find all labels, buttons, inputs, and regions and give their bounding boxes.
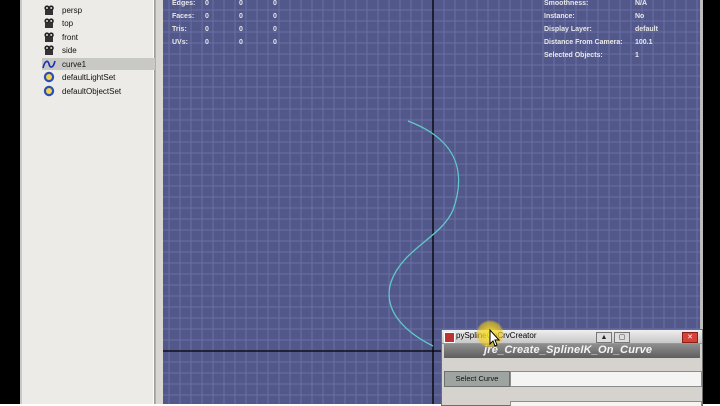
pointer-icon (489, 328, 501, 347)
camera-icon (42, 44, 56, 56)
outliner-edge (20, 0, 22, 404)
outliner-item-top[interactable]: top (42, 17, 172, 29)
hud-value: 0 (205, 26, 209, 33)
hud-value: 0 (239, 0, 243, 7)
selected-curve-field[interactable] (510, 371, 702, 387)
hud-distance-value: 100.1 (635, 39, 653, 46)
right-black-margin (700, 0, 720, 404)
outliner-item-defaultlightset[interactable]: defaultLightSet (42, 71, 172, 83)
hud-uvs-label: UVs: (172, 39, 188, 46)
outliner-item-side[interactable]: side (42, 44, 172, 56)
camera-icon (42, 17, 56, 29)
outliner-item-curve1[interactable]: curve1 (42, 58, 172, 70)
hud-selected-objects-value: 1 (635, 52, 639, 59)
outliner-panel: persp top front side curve1 defaultLight… (20, 0, 172, 404)
banner-text: jre_Create_SplineIK_On_Curve (484, 344, 653, 356)
hud-value: 0 (239, 26, 243, 33)
camera-icon (42, 31, 56, 43)
hud-instance-label: Instance: (544, 13, 575, 20)
minimize-button[interactable]: ▲ (596, 332, 612, 343)
hud-value: 0 (273, 26, 277, 33)
outliner-item-label: side (62, 45, 77, 55)
outliner-item-label: defaultLightSet (62, 72, 116, 82)
hud-faces-label: Faces: (172, 13, 195, 20)
left-black-margin (0, 0, 20, 404)
hud-value: 0 (273, 0, 277, 7)
mouse-cursor-highlight (476, 320, 504, 348)
hud-smoothness-label: Smoothness: (544, 0, 589, 7)
hud-value: 0 (239, 13, 243, 20)
close-button[interactable]: ✕ (682, 332, 698, 343)
outliner-item-front[interactable]: front (42, 31, 172, 43)
maximize-button[interactable]: ▢ (614, 332, 630, 343)
select-curve-button[interactable]: Select Curve (444, 371, 510, 387)
set-icon (42, 71, 56, 83)
hud-value: 0 (205, 13, 209, 20)
outliner-item-label: curve1 (62, 59, 87, 69)
hud-distance-label: Distance From Camera: (544, 39, 623, 46)
hud-tris-label: Tris: (172, 26, 187, 33)
app-icon (444, 332, 455, 343)
hud-value: 0 (239, 39, 243, 46)
camera-icon (42, 4, 56, 16)
hud-display-layer-label: Display Layer: (544, 26, 592, 33)
hud-value: 0 (205, 0, 209, 7)
hud-selected-objects-label: Selected Objects: (544, 52, 603, 59)
hud-value: 0 (273, 39, 277, 46)
set-icon (42, 85, 56, 97)
hud-instance-value: No (635, 13, 645, 20)
outliner-item-persp[interactable]: persp (42, 4, 172, 16)
outliner-item-label: defaultObjectSet (62, 86, 122, 96)
outliner-item-label: persp (62, 5, 83, 15)
outliner-item-label: front (62, 32, 79, 42)
outliner-item-defaultobjectset[interactable]: defaultObjectSet (42, 85, 172, 97)
curve-icon (42, 58, 56, 70)
hud-smoothness-value: N/A (635, 0, 648, 7)
hud-value: 0 (273, 13, 277, 20)
hud-display-layer-value: default (635, 26, 658, 33)
hud-edges-label: Edges: (172, 0, 196, 7)
hud-value: 0 (205, 39, 209, 46)
outliner-item-label: top (62, 18, 74, 28)
